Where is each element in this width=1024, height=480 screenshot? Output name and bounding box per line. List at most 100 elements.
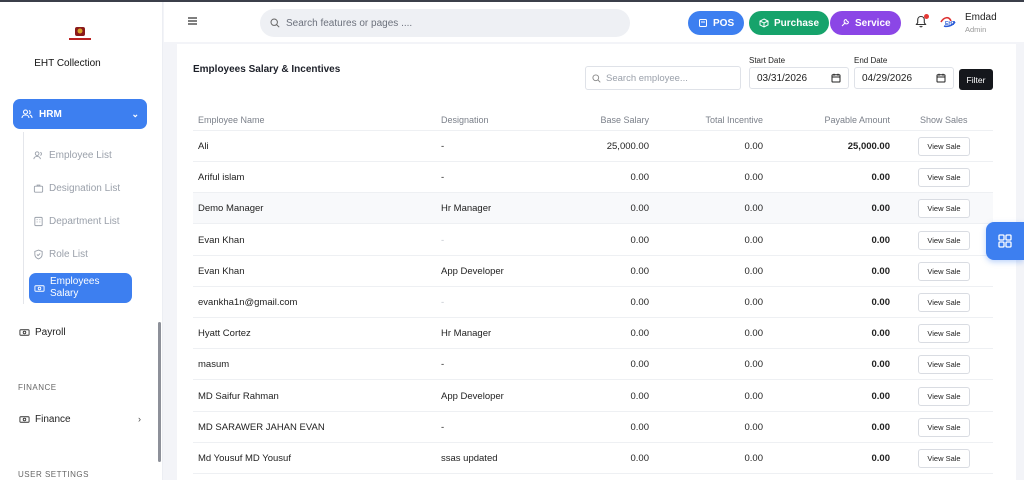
cell-payable-amount: 0.00 [871, 327, 891, 339]
cell-show-sales: View Sale [918, 256, 970, 286]
pos-label: POS [713, 17, 735, 29]
sidebar-scrollbar[interactable] [158, 322, 161, 462]
user-name[interactable]: Emdad [965, 12, 997, 23]
table-row: Hyatt Cortez Hr Manager 0.00 0.00 0.00 View S… [193, 318, 993, 349]
pos-button[interactable]: POS [688, 11, 745, 35]
purchase-button[interactable]: Purchase [749, 11, 830, 35]
cell-show-sales: View Sale [918, 318, 970, 348]
employee-search-placeholder: Search employee... [606, 72, 688, 84]
cell-designation: - [441, 234, 445, 246]
sidebar-item-finance[interactable]: Finance › [19, 411, 141, 427]
search-placeholder: Search features or pages .... [286, 17, 413, 29]
view-sale-button[interactable]: View Sale [918, 292, 970, 312]
sidebar-item-employee-list[interactable]: Employee List [33, 146, 112, 164]
cell-total-incentive: 0.00 [744, 421, 764, 433]
view-sale-button[interactable]: View Sale [918, 323, 970, 343]
end-date-label: End Date [854, 56, 888, 65]
money-icon [34, 284, 45, 292]
col-show-sales: Show Sales [920, 115, 968, 125]
cell-base-salary: 0.00 [630, 327, 650, 339]
start-date-label: Start Date [749, 56, 786, 65]
sidebar-item-label: Role List [49, 248, 88, 260]
view-sale-button[interactable]: View Sale [918, 354, 970, 374]
cell-payable-amount: 0.00 [871, 234, 891, 246]
end-date-input[interactable]: 04/29/2026 [854, 67, 954, 89]
brand-logo[interactable] [65, 24, 95, 44]
cell-total-incentive: 0.00 [744, 265, 764, 277]
search-icon [592, 73, 601, 83]
sidebar-item-payroll[interactable]: Payroll [19, 324, 141, 340]
cell-base-salary: 0.00 [630, 202, 650, 214]
search-icon [270, 18, 280, 28]
cell-total-incentive: 0.00 [744, 452, 764, 464]
filter-button[interactable]: Filter [959, 69, 993, 90]
cell-base-salary: 0.00 [630, 358, 650, 370]
sidebar: EHT Collection HRM ⌄ Employee List Desig… [0, 2, 163, 480]
sidebar-item-label: Employee List [49, 149, 112, 161]
cell-total-incentive: 0.00 [744, 327, 764, 339]
sidebar-item-hrm[interactable]: HRM ⌄ [13, 99, 147, 129]
cell-base-salary: 25,000.00 [606, 140, 649, 152]
calendar-icon[interactable] [936, 73, 946, 83]
table-row: Demo Manager Hr Manager 0.00 0.00 0.00 View S… [193, 193, 993, 224]
shield-icon [34, 249, 43, 259]
cell-show-sales: View Sale [918, 225, 970, 255]
user-role: Admin [965, 25, 987, 34]
cell-designation: - [441, 358, 445, 370]
view-sale-button[interactable]: View Sale [918, 230, 970, 250]
col-base-salary: Base Salary [600, 115, 649, 125]
cell-employee-name: evankha1n@gmail.com [198, 296, 298, 308]
cell-payable-amount: 0.00 [871, 202, 891, 214]
cell-payable-amount: 0.00 [871, 296, 891, 308]
cell-designation: App Developer [441, 265, 504, 277]
sidebar-item-designation-list[interactable]: Designation List [33, 179, 120, 197]
service-button[interactable]: Service [830, 11, 901, 35]
view-sale-button[interactable]: View Sale [918, 136, 970, 156]
cell-total-incentive: 0.00 [744, 296, 764, 308]
cell-employee-name: Hyatt Cortez [198, 327, 251, 339]
view-sale-button[interactable]: View Sale [918, 167, 970, 187]
sidebar-item-label: Finance [35, 413, 71, 425]
grid-icon [998, 234, 1012, 248]
avatar[interactable]: EHT [940, 15, 958, 29]
start-date-input[interactable]: 03/31/2026 [749, 67, 849, 89]
view-sale-button[interactable]: View Sale [918, 448, 970, 468]
global-search-input[interactable]: Search features or pages .... [260, 9, 630, 37]
view-sale-button[interactable]: View Sale [918, 261, 970, 281]
cell-show-sales: View Sale [918, 131, 970, 161]
section-user-settings: USER SETTINGS [18, 470, 89, 479]
sidebar-item-label: Department List [49, 215, 120, 227]
start-date-value: 03/31/2026 [757, 72, 808, 84]
table-row: masum - 0.00 0.00 0.00 View Sale [193, 349, 993, 380]
table-row: Evan Khan - 0.00 0.00 0.00 View Sale [193, 225, 993, 256]
calendar-icon[interactable] [831, 73, 841, 83]
money-icon [19, 415, 30, 423]
employee-search-input[interactable]: Search employee... [585, 66, 741, 90]
sidebar-item-employees-salary[interactable]: Employees Salary [29, 273, 132, 303]
sidebar-item-label: Employees [50, 276, 100, 287]
money-icon [19, 328, 30, 336]
cell-show-sales: View Sale [918, 349, 970, 379]
table-row: Ariful islam - 0.00 0.00 0.00 View Sale [193, 162, 993, 193]
cell-total-incentive: 0.00 [744, 140, 764, 152]
view-sale-button[interactable]: View Sale [918, 417, 970, 437]
briefcase-icon [33, 184, 44, 193]
table-row: Ali - 25,000.00 0.00 25,000.00 View Sale [193, 131, 993, 162]
sidebar-item-department-list[interactable]: Department List [33, 212, 120, 230]
users-icon [21, 109, 33, 119]
cell-payable-amount: 0.00 [871, 421, 891, 433]
chevron-down-icon: ⌄ [131, 108, 139, 119]
cell-payable-amount: 0.00 [871, 390, 891, 402]
cell-total-incentive: 0.00 [744, 390, 764, 402]
submenu-line [23, 132, 24, 304]
apps-grid-button[interactable] [986, 222, 1024, 260]
view-sale-button[interactable]: View Sale [918, 386, 970, 406]
cell-employee-name: MD Saifur Rahman [198, 390, 279, 402]
view-sale-button[interactable]: View Sale [918, 198, 970, 218]
col-designation: Designation [441, 115, 489, 125]
cell-base-salary: 0.00 [630, 390, 650, 402]
sidebar-item-role-list[interactable]: Role List [33, 245, 88, 263]
menu-icon[interactable] [188, 17, 197, 28]
cell-designation: App Developer [441, 390, 504, 402]
cell-payable-amount: 0.00 [871, 265, 891, 277]
